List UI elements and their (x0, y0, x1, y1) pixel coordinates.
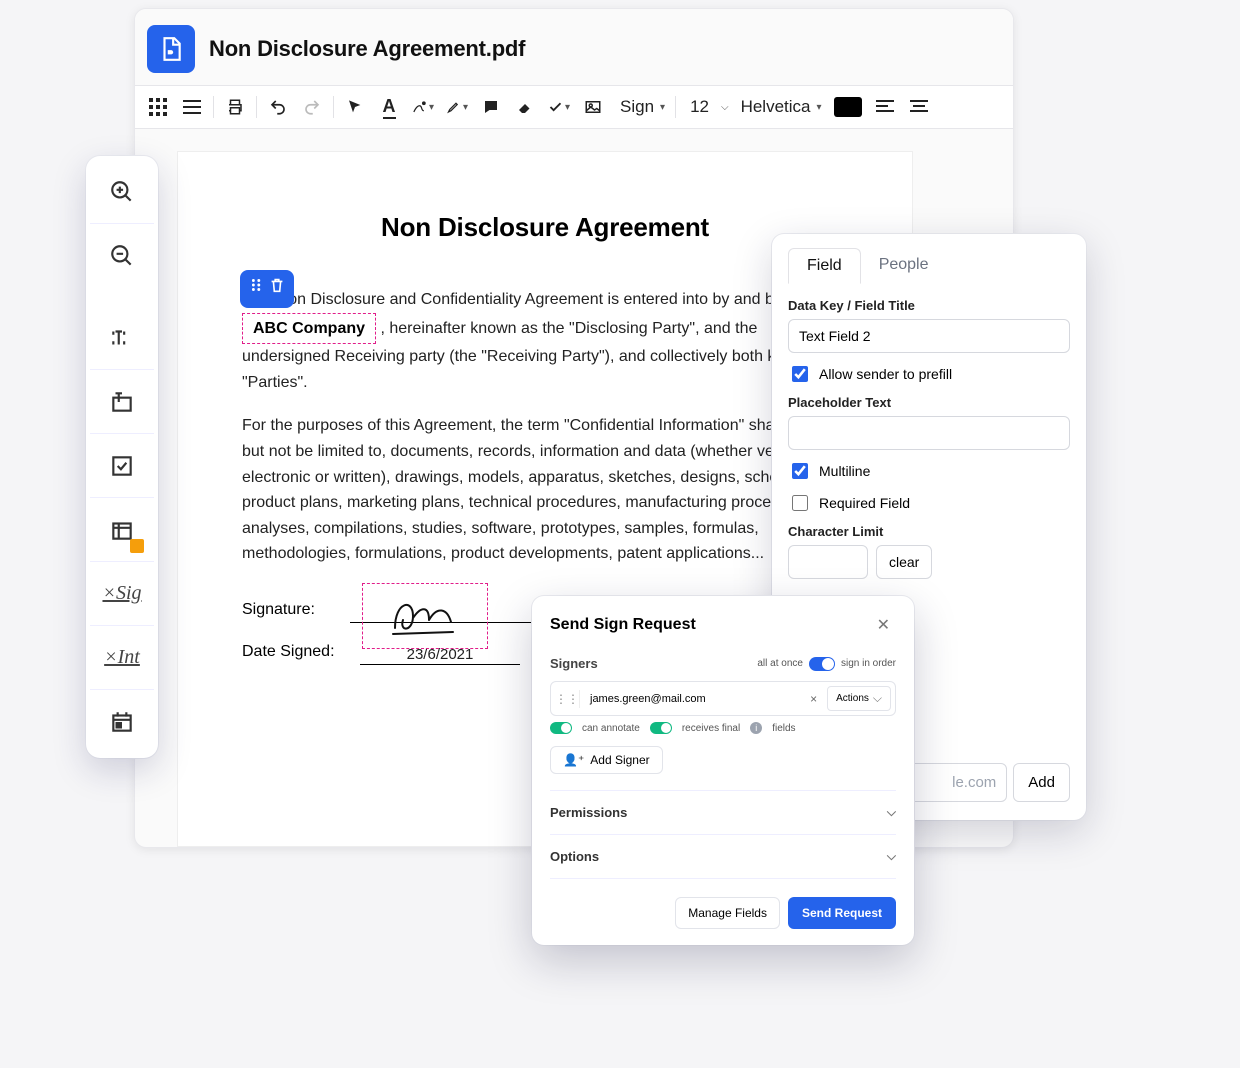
can-annotate-toggle[interactable] (550, 722, 572, 734)
date-label: Date Signed: (242, 639, 352, 665)
print-button[interactable] (218, 90, 252, 124)
close-button[interactable]: ✕ (871, 614, 896, 636)
info-icon: i (750, 722, 762, 734)
app-logo (147, 25, 195, 73)
paragraph-2: For the purposes of this Agreement, the … (242, 413, 848, 567)
signer-email[interactable]: james.green@mail.com (584, 689, 800, 709)
align-center-button[interactable] (902, 90, 936, 124)
readonly-field-button[interactable] (90, 498, 154, 562)
document-title: Non Disclosure Agreement.pdf (209, 36, 525, 62)
signature-field[interactable] (362, 583, 488, 649)
zoom-in-button[interactable] (90, 160, 154, 224)
list-view-button[interactable] (175, 90, 209, 124)
send-sign-request-modal: Send Sign Request ✕ Signers all at once … (532, 596, 914, 945)
align-left-button[interactable] (868, 90, 902, 124)
company-field[interactable]: ABC Company (242, 313, 376, 345)
toolbar: A ▾ ▾ ▾ Sign▾ 12⌵ Helvetica▾ (135, 85, 1013, 129)
text-area-button[interactable] (90, 370, 154, 434)
lock-icon (130, 539, 144, 553)
signers-label: Signers (550, 656, 598, 671)
delete-icon[interactable] (268, 276, 286, 303)
sign-order-toggle[interactable]: all at once sign in order (757, 657, 896, 671)
signer-flags: can annotate receives final ifields (550, 722, 896, 734)
clear-button[interactable]: clear (876, 545, 932, 579)
data-key-input[interactable] (788, 319, 1070, 353)
toolbar-separator (675, 96, 676, 118)
placeholder-label: Placeholder Text (788, 395, 1070, 410)
send-request-button[interactable]: Send Request (788, 897, 896, 929)
zoom-out-button[interactable] (90, 224, 154, 288)
checkbox-field-button[interactable] (90, 434, 154, 498)
select-tool-button[interactable] (338, 90, 372, 124)
tool-rail: ×Sig ×Int (86, 156, 158, 758)
image-tool-button[interactable] (576, 90, 610, 124)
paragraph-1: This Non Disclosure and Confidentiality … (242, 287, 848, 395)
chevron-down-icon: ⌵ (887, 849, 896, 864)
options-section[interactable]: Options⌵ (550, 835, 896, 879)
allow-prefill-checkbox[interactable]: Allow sender to prefill (788, 363, 1070, 385)
add-user-icon: 👤⁺ (563, 753, 584, 767)
tab-field[interactable]: Field (788, 248, 861, 284)
signature-label: Signature: (242, 597, 342, 623)
redo-button[interactable] (295, 90, 329, 124)
required-checkbox[interactable]: Required Field (788, 492, 1070, 514)
grid-view-button[interactable] (141, 90, 175, 124)
manage-fields-button[interactable]: Manage Fields (675, 897, 780, 929)
add-signer-button[interactable]: 👤⁺Add Signer (550, 746, 663, 774)
text-tool-button[interactable]: A (372, 90, 406, 124)
text-color-swatch[interactable] (834, 97, 862, 117)
char-limit-label: Character Limit (788, 524, 1070, 539)
drag-handle-icon[interactable] (248, 276, 266, 303)
data-key-label: Data Key / Field Title (788, 298, 1070, 313)
signer-row: ⋮⋮ james.green@mail.com × Actions⌵ (550, 681, 896, 716)
date-field-button[interactable] (90, 690, 154, 754)
field-toolbar[interactable] (240, 270, 294, 309)
chevron-down-icon: ⌵ (887, 805, 896, 820)
comment-tool-button[interactable] (474, 90, 508, 124)
draw-tool-button[interactable]: ▾ (406, 90, 440, 124)
titlebar: Non Disclosure Agreement.pdf (135, 9, 1013, 85)
font-family-dropdown[interactable]: Helvetica▾ (731, 97, 828, 117)
toolbar-separator (256, 96, 257, 118)
checkmark-tool-button[interactable]: ▾ (542, 90, 576, 124)
text-field-button[interactable] (90, 306, 154, 370)
initials-field-button[interactable]: ×Int (90, 626, 154, 690)
undo-button[interactable] (261, 90, 295, 124)
highlight-tool-button[interactable]: ▾ (440, 90, 474, 124)
add-button[interactable]: Add (1013, 763, 1070, 802)
remove-signer-button[interactable]: × (804, 692, 823, 706)
modal-title: Send Sign Request (550, 616, 696, 634)
toolbar-separator (333, 96, 334, 118)
tab-people[interactable]: People (861, 248, 947, 284)
eraser-tool-button[interactable] (508, 90, 542, 124)
properties-tabs: Field People (788, 248, 1070, 284)
drag-handle-icon[interactable]: ⋮⋮ (555, 692, 575, 706)
signature-field-button[interactable]: ×Sig (90, 562, 154, 626)
char-limit-input[interactable] (788, 545, 868, 579)
toggle-icon[interactable] (809, 657, 835, 671)
multiline-checkbox[interactable]: Multiline (788, 460, 1070, 482)
receives-final-toggle[interactable] (650, 722, 672, 734)
permissions-section[interactable]: Permissions⌵ (550, 790, 896, 835)
signer-actions-dropdown[interactable]: Actions⌵ (827, 686, 891, 711)
placeholder-input[interactable] (788, 416, 1070, 450)
font-size-dropdown[interactable]: 12⌵ (680, 97, 731, 117)
document-heading: Non Disclosure Agreement (242, 212, 848, 243)
toolbar-separator (213, 96, 214, 118)
sign-dropdown[interactable]: Sign▾ (610, 97, 671, 117)
